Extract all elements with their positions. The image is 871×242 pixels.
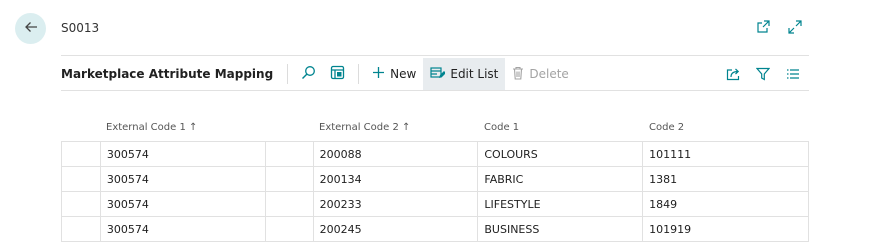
cell-external-code-2[interactable]: 200233 — [312, 191, 479, 217]
divider — [61, 55, 809, 56]
data-grid: 300574 200088 COLOURS 101111 300574 2001… — [61, 141, 809, 242]
cell-code-1[interactable]: FABRIC — [477, 166, 644, 192]
search-button[interactable] — [294, 58, 323, 90]
cell-external-code-1[interactable]: 300574 — [99, 166, 266, 192]
cell-code-2[interactable]: 1849 — [642, 191, 809, 217]
column-header-code-1[interactable]: Code 1 — [484, 122, 519, 133]
edit-list-button-label: Edit List — [450, 67, 499, 81]
cell-external-code-1[interactable]: 300574 — [99, 191, 266, 217]
cell-code-1[interactable]: COLOURS — [477, 141, 644, 167]
cell-spacer — [264, 191, 314, 217]
cell-external-code-1[interactable]: 300574 — [99, 216, 266, 242]
trash-icon — [512, 66, 524, 83]
cell-external-code-1[interactable]: 300574 — [99, 141, 266, 167]
search-icon — [301, 65, 316, 83]
delete-button[interactable]: Delete — [505, 58, 575, 90]
table-row[interactable]: 300574 200245 BUSINESS 101919 — [61, 216, 809, 242]
row-selector[interactable] — [61, 216, 101, 242]
divider — [358, 64, 360, 84]
plus-icon — [372, 66, 385, 82]
page-caption: Marketplace Attribute Mapping — [61, 67, 274, 81]
row-selector[interactable] — [61, 166, 101, 192]
layout-icon — [330, 65, 345, 83]
layout-button[interactable] — [323, 58, 352, 90]
cell-external-code-2[interactable]: 200245 — [312, 216, 479, 242]
edit-list-icon — [430, 66, 447, 83]
record-title: S0013 — [61, 21, 100, 35]
cell-code-2[interactable]: 1381 — [642, 166, 809, 192]
table-row[interactable]: 300574 200134 FABRIC 1381 — [61, 166, 809, 192]
sort-ascending-icon: ↑ — [189, 122, 198, 133]
divider — [287, 64, 289, 84]
filter-icon[interactable] — [755, 66, 771, 82]
expand-icon[interactable] — [787, 19, 803, 35]
cell-external-code-2[interactable]: 200134 — [312, 166, 479, 192]
open-new-window-icon[interactable] — [755, 19, 771, 35]
delete-button-label: Delete — [529, 67, 569, 81]
back-button[interactable] — [15, 13, 46, 44]
divider — [61, 90, 809, 91]
cell-spacer — [264, 141, 314, 167]
table-row[interactable]: 300574 200088 COLOURS 101111 — [61, 141, 809, 167]
cell-code-2[interactable]: 101111 — [642, 141, 809, 167]
cell-spacer — [264, 166, 314, 192]
share-icon[interactable] — [725, 66, 741, 82]
arrow-left-icon — [23, 19, 39, 39]
action-bar: Marketplace Attribute Mapping New Edit L… — [61, 58, 809, 90]
cell-code-1[interactable]: LIFESTYLE — [477, 191, 644, 217]
new-button[interactable]: New — [365, 58, 423, 90]
row-selector[interactable] — [61, 141, 101, 167]
cell-code-1[interactable]: BUSINESS — [477, 216, 644, 242]
row-selector[interactable] — [61, 191, 101, 217]
list-view-icon[interactable] — [785, 66, 801, 82]
table-row[interactable]: 300574 200233 LIFESTYLE 1849 — [61, 191, 809, 217]
column-header-external-code-1[interactable]: External Code 1 ↑ — [106, 122, 197, 133]
cell-spacer — [264, 216, 314, 242]
cell-code-2[interactable]: 101919 — [642, 216, 809, 242]
column-header-external-code-2[interactable]: External Code 2 ↑ — [319, 122, 410, 133]
new-button-label: New — [390, 67, 417, 81]
column-header-code-2[interactable]: Code 2 — [649, 122, 684, 133]
edit-list-button[interactable]: Edit List — [423, 58, 506, 90]
cell-external-code-2[interactable]: 200088 — [312, 141, 479, 167]
sort-ascending-icon: ↑ — [402, 122, 411, 133]
